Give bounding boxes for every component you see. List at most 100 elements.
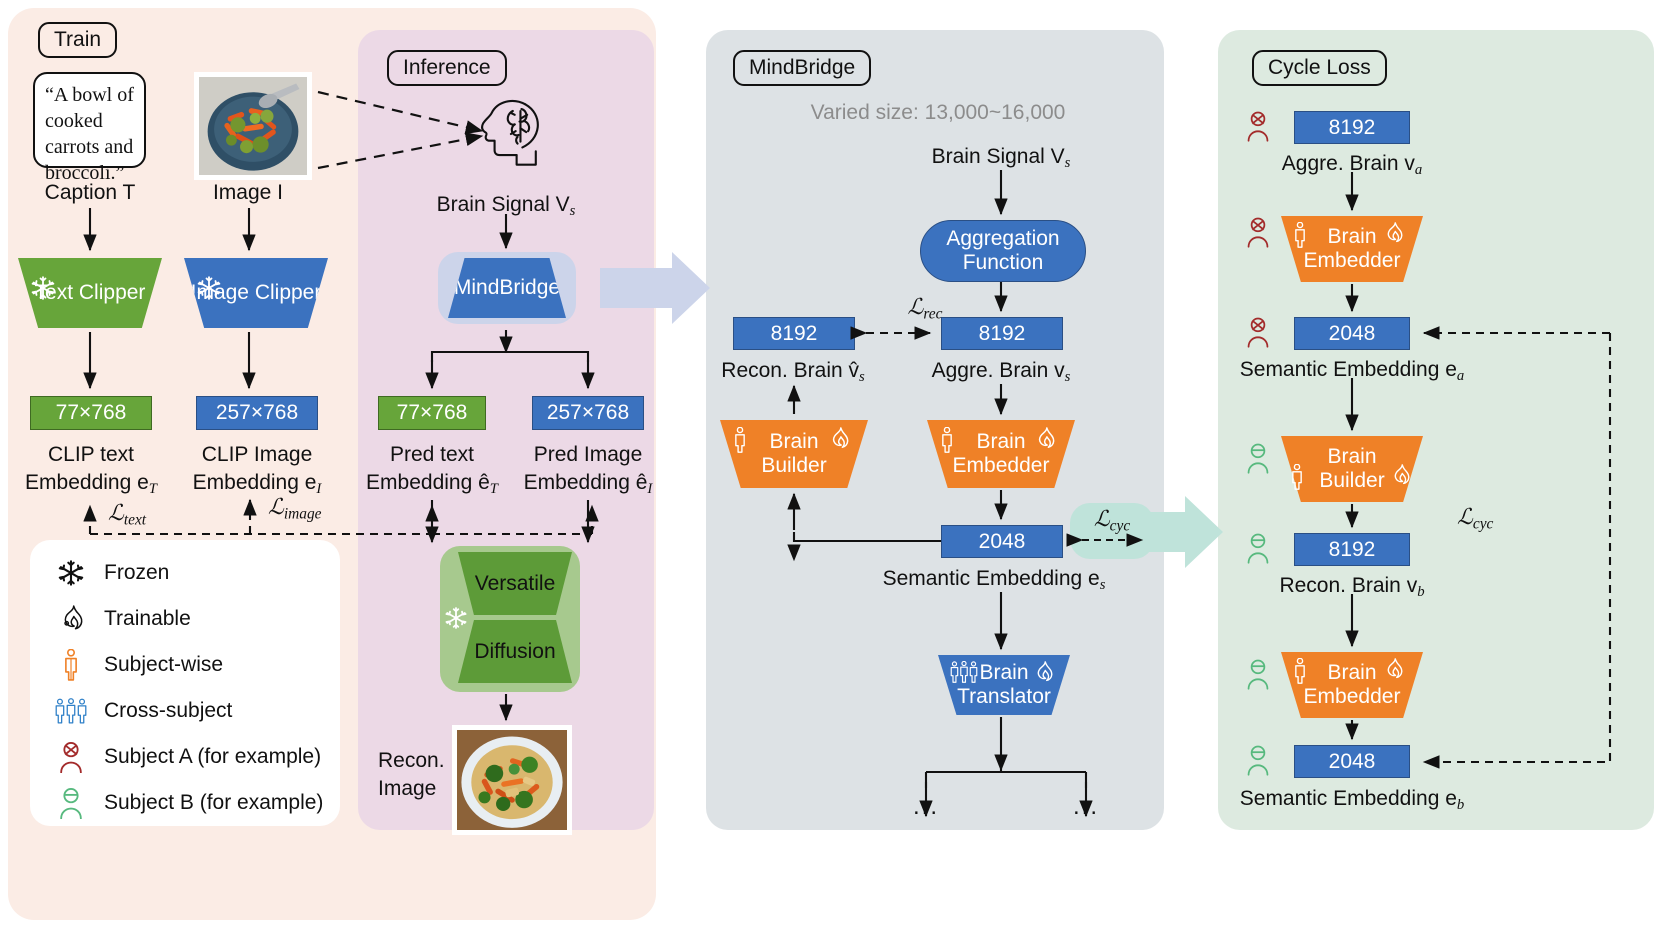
clip-text-embedding-line1: CLIP text bbox=[48, 442, 134, 467]
clip-text-embedding-line1-text: CLIP text bbox=[48, 443, 134, 466]
clip-text-embedding-line2-text: Embedding e bbox=[25, 471, 149, 494]
brain-embedder-block-a: Brain Embedder bbox=[1281, 216, 1423, 282]
pred-text-embedding-subscript: T bbox=[489, 481, 498, 498]
mb-ellipsis-left: ... bbox=[913, 793, 939, 822]
pred-text-dim-box: 77×768 bbox=[378, 396, 486, 430]
chip-inference: Inference bbox=[387, 50, 507, 87]
loss-rec-label: ℒrec bbox=[908, 294, 943, 324]
pred-text-embedding-line2: Embedding êT bbox=[366, 470, 498, 499]
recon-brain-subscript: s bbox=[859, 369, 865, 386]
semantic-embedding-dim-box-mb: 2048 bbox=[941, 525, 1063, 558]
recon-brain-label: Recon. Brain v̂s bbox=[721, 358, 864, 387]
aggregation-function-line1: Aggregation bbox=[946, 226, 1060, 250]
brain-embedder-a-line1: Brain bbox=[1327, 225, 1377, 249]
recon-brain-dim-label: 8192 bbox=[770, 321, 818, 345]
chip-mindbridge: MindBridge bbox=[733, 50, 872, 87]
image-clipper-label: Image Clipper bbox=[190, 281, 322, 305]
diffusion-block: Diffusion bbox=[458, 620, 572, 683]
legend-label: Subject B (for example) bbox=[104, 791, 324, 814]
brain-translator-block: Brain Translator bbox=[938, 655, 1070, 715]
brain-builder-block-mb: Brain Builder bbox=[720, 420, 868, 488]
cycle-semantic-b-label-text: Semantic Embedding e bbox=[1239, 787, 1457, 810]
cycle-semantic-a-label-text: Semantic Embedding e bbox=[1239, 358, 1457, 381]
brain-builder-b-line1: Brain bbox=[1327, 445, 1377, 469]
image-label: Image I bbox=[213, 180, 283, 205]
clip-image-dim-label: 257×768 bbox=[215, 401, 299, 424]
loss-text-label: ℒtext bbox=[108, 500, 146, 530]
aggre-brain-label: Aggre. Brain vs bbox=[932, 358, 1071, 387]
cycle-aggre-dim-label: 8192 bbox=[1328, 115, 1376, 139]
cycle-aggre-brain-subscript: a bbox=[1414, 162, 1423, 179]
recon-image-label-line2-text: Image bbox=[378, 777, 437, 800]
panel-cycle bbox=[1218, 30, 1654, 830]
loss-image-subscript: image bbox=[283, 505, 322, 523]
clip-image-embedding-line2-text: Embedding e bbox=[192, 471, 317, 494]
cycle-recon-dim-label: 8192 bbox=[1328, 537, 1376, 561]
aggre-brain-label-text: Aggre. Brain v bbox=[931, 359, 1065, 382]
mb-brain-signal-subscript: s bbox=[1064, 155, 1071, 172]
loss-cyc-symbol-mb: ℒ bbox=[1093, 506, 1110, 531]
caption-label-text: Caption T bbox=[44, 181, 136, 204]
brain-embedder-b-line2: Embedder bbox=[1303, 685, 1401, 708]
inference-brain-signal-subscript: s bbox=[569, 203, 576, 220]
legend-item-subject-b: Subject B (for example) bbox=[54, 786, 323, 820]
varied-size-note: Varied size: 13,000~16,000 bbox=[811, 100, 1066, 125]
inference-brain-signal-label: Brain Signal Vs bbox=[437, 192, 576, 221]
brain-embedder-line2: Embedder bbox=[952, 454, 1050, 477]
pred-image-embedding-subscript: I bbox=[647, 481, 653, 498]
legend-item-frozen: Frozen bbox=[54, 556, 169, 590]
aggregation-function-line2: Function bbox=[962, 251, 1044, 274]
brain-embedder-block-b: Brain Embedder bbox=[1281, 652, 1423, 718]
brain-translator-line2: Translator bbox=[957, 685, 1051, 708]
cycle-semantic-a-subscript: a bbox=[1456, 368, 1465, 385]
loss-cyc-label-mb: ℒcyc bbox=[1094, 506, 1130, 536]
pred-image-dim-box: 257×768 bbox=[532, 396, 644, 430]
caption-bubble: “A bowl of cooked carrots and broccoli.” bbox=[33, 72, 146, 184]
versatile-label: Versatile bbox=[474, 571, 556, 595]
single-person-icon bbox=[54, 648, 88, 682]
subject-a-icon bbox=[54, 740, 88, 774]
loss-cyc-subscript-cycle: cyc bbox=[1472, 515, 1494, 533]
brain-builder-block-b: Brain Builder bbox=[1281, 436, 1423, 502]
loss-image-label: ℒimage bbox=[268, 494, 321, 524]
loss-text-symbol: ℒ bbox=[108, 500, 124, 525]
loss-rec-symbol: ℒ bbox=[907, 294, 924, 319]
mb-ellipsis-right-text: ... bbox=[1072, 793, 1100, 820]
subject-b-icon bbox=[54, 786, 88, 820]
pred-text-dim-label: 77×768 bbox=[396, 401, 468, 424]
clip-text-embedding-line2: Embedding eT bbox=[25, 470, 157, 499]
pred-image-embedding-line1: Pred Image bbox=[534, 442, 643, 467]
cycle-semantic-b-dim-box: 2048 bbox=[1294, 745, 1410, 778]
brain-builder-b-line2: Builder bbox=[1319, 469, 1385, 492]
pred-image-embedding-line2-text: Embedding ê bbox=[523, 471, 648, 494]
pred-image-dim-label: 257×768 bbox=[546, 401, 630, 424]
cycle-recon-brain-label-text: Recon. Brain v bbox=[1279, 574, 1418, 597]
cycle-aggre-brain-label: Aggre. Brain va bbox=[1282, 151, 1422, 180]
diffusion-label: Diffusion bbox=[474, 639, 556, 663]
brain-translator-line1: Brain bbox=[979, 661, 1029, 685]
legend-item-cross-subject: Cross-subject bbox=[54, 694, 232, 728]
cycle-recon-brain-subscript: b bbox=[1417, 584, 1425, 601]
cycle-aggre-brain-label-text: Aggre. Brain v bbox=[1281, 152, 1415, 175]
clip-text-dim-box: 77×768 bbox=[30, 396, 152, 430]
cycle-semantic-a-dim-label: 2048 bbox=[1328, 321, 1376, 345]
pred-image-embedding-line1-text: Pred Image bbox=[533, 443, 643, 466]
loss-text-subscript: text bbox=[123, 511, 147, 529]
caption-label: Caption T bbox=[45, 180, 136, 205]
legend-label: Subject A (for example) bbox=[104, 745, 322, 768]
snowflake-icon bbox=[54, 556, 88, 590]
loss-image-symbol: ℒ bbox=[268, 494, 284, 519]
cycle-semantic-a-dim-box: 2048 bbox=[1294, 317, 1410, 350]
three-people-icon bbox=[54, 694, 88, 728]
mb-ellipsis-right: ... bbox=[1073, 793, 1099, 822]
recon-image-label-line1-text: Recon. bbox=[378, 749, 445, 772]
pred-image-embedding-line2: Embedding êI bbox=[524, 470, 653, 499]
legend-label: Frozen bbox=[104, 561, 170, 584]
brain-embedder-a-line2: Embedder bbox=[1303, 249, 1401, 272]
pred-text-embedding-line2-text: Embedding ê bbox=[366, 471, 490, 494]
legend-box: Frozen Trainable Subject-wise Cross-subj… bbox=[30, 540, 340, 826]
text-clipper-label: Text Clipper bbox=[34, 281, 146, 305]
chip-cycle-loss: Cycle Loss bbox=[1252, 50, 1387, 87]
cycle-semantic-a-label: Semantic Embedding ea bbox=[1240, 357, 1464, 386]
versatile-block: Versatile bbox=[458, 552, 572, 615]
